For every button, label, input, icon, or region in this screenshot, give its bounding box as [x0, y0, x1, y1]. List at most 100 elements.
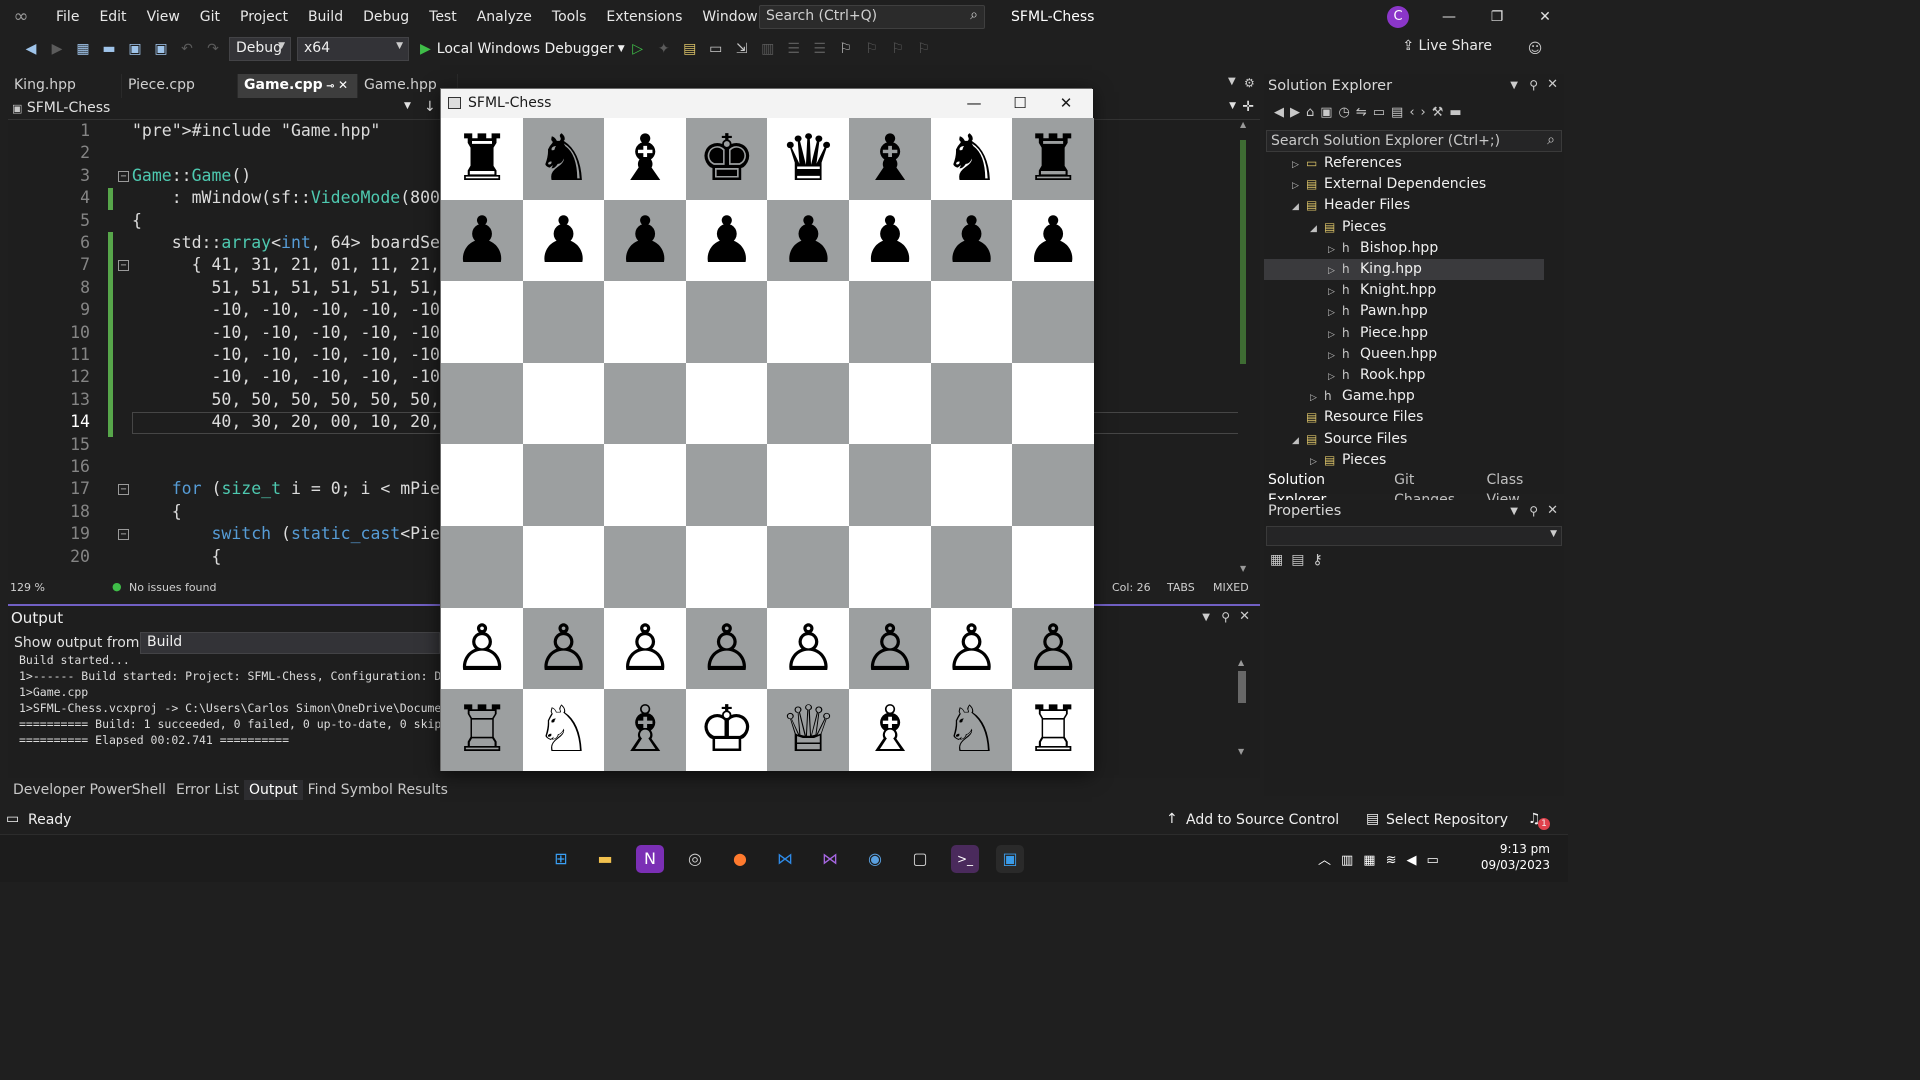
zoom-level[interactable]: 129 % — [10, 581, 45, 594]
steam-icon[interactable]: ◉ — [861, 845, 889, 873]
twitch-icon[interactable]: ▢ — [906, 845, 934, 873]
terminal-icon[interactable]: >_ — [951, 845, 979, 873]
undo-icon[interactable]: ↶ — [176, 38, 198, 60]
platform-select[interactable]: x64 ▼ — [297, 37, 409, 61]
board-square[interactable]: ♚ — [685, 118, 768, 200]
menu-window[interactable]: Window — [692, 0, 767, 34]
white-pawn-piece[interactable]: ♙ — [780, 612, 837, 686]
save-all-icon[interactable]: ▣ — [150, 38, 172, 60]
board-square[interactable] — [930, 526, 1013, 608]
properties-object-select[interactable]: ▼ — [1266, 526, 1562, 546]
white-bishop-piece[interactable]: ♗ — [617, 693, 674, 767]
properties-toolbar[interactable]: ▦▤⚷ — [1270, 552, 1331, 568]
run-debugger-button[interactable]: ▶ Local Windows Debugger ▼ — [420, 41, 625, 57]
board-square[interactable]: ♟ — [767, 199, 850, 282]
chess-window-title-bar[interactable]: SFML-Chess — ☐ ✕ — [441, 89, 1093, 118]
fold-toggle-icon[interactable]: − — [118, 170, 129, 182]
vscode-icon[interactable]: ⋈ — [771, 845, 799, 873]
tree-item[interactable]: ▷ h Rook.hpp — [1328, 365, 1425, 386]
black-rook-piece[interactable]: ♜ — [453, 122, 510, 196]
board-square[interactable] — [1012, 362, 1095, 445]
hot-reload-icon[interactable]: ✦ — [653, 38, 675, 60]
board-square[interactable]: ♜ — [441, 118, 523, 200]
output-source-select[interactable]: Build — [140, 632, 440, 654]
breakpoint-icon[interactable]: ▥ — [757, 38, 779, 60]
chevron-down-icon[interactable]: ▼ — [618, 44, 625, 54]
menu-test[interactable]: Test — [419, 0, 467, 34]
tree-scrollbar[interactable] — [1550, 154, 1558, 464]
tree-item[interactable]: ◢ ▤ Header Files — [1292, 195, 1410, 216]
select-repository[interactable]: Select Repository — [1386, 812, 1508, 828]
tree-item[interactable]: ▷ h Piece.hpp — [1328, 323, 1428, 344]
tree-item[interactable]: ◢ ▤ Source Files — [1292, 429, 1407, 450]
chess-minimize-button[interactable]: — — [951, 89, 997, 118]
black-knight-piece[interactable]: ♞ — [943, 122, 1000, 196]
black-king-piece[interactable]: ♚ — [698, 122, 755, 196]
close-icon[interactable]: ✕ — [1547, 77, 1558, 92]
sfml-chess-window[interactable]: SFML-Chess — ☐ ✕ ♜ ♞ ♝ ♚ ♛ ♝ ♞ ♜ ♟ ♟ ♟ ♟ ♟ ♟ ♟ ♟ ♙ ♙ ♙ ♙ ♙ ♙ ♙… — [440, 88, 1095, 772]
board-square[interactable] — [930, 281, 1013, 364]
pin-icon[interactable]: ⊸ — [323, 81, 338, 92]
menu-extensions[interactable]: Extensions — [596, 0, 692, 34]
chevron-down-icon[interactable]: ▼ — [1510, 80, 1518, 91]
bookmark-icon[interactable]: ⚐ — [835, 38, 857, 60]
fold-toggle-icon[interactable]: − — [118, 260, 129, 272]
black-pawn-piece[interactable]: ♟ — [698, 204, 755, 278]
black-pawn-piece[interactable]: ♟ — [453, 204, 510, 278]
black-pawn-piece[interactable]: ♟ — [617, 204, 674, 278]
chess-maximize-button[interactable]: ☐ — [997, 89, 1043, 118]
board-square[interactable]: ♟ — [685, 199, 768, 282]
board-square[interactable] — [849, 281, 931, 364]
board-square[interactable]: ♗ — [849, 689, 931, 772]
expand-arrow-icon[interactable]: ▷ — [1328, 367, 1342, 388]
board-square[interactable]: ♙ — [930, 607, 1013, 690]
board-square[interactable]: ♛ — [767, 118, 850, 200]
board-square[interactable] — [685, 281, 768, 364]
expand-arrow-icon[interactable]: ▷ — [1292, 176, 1306, 197]
white-pawn-piece[interactable]: ♙ — [453, 612, 510, 686]
white-pawn-piece[interactable]: ♙ — [1025, 612, 1082, 686]
board-square[interactable]: ♖ — [441, 689, 523, 772]
expand-arrow-icon[interactable]: ▷ — [1310, 388, 1324, 409]
close-icon[interactable]: ✕ — [338, 78, 348, 92]
editor-scrollbar[interactable]: ▲ ▼ — [1238, 120, 1252, 580]
black-pawn-piece[interactable]: ♟ — [861, 204, 918, 278]
menu-build[interactable]: Build — [298, 0, 353, 34]
white-rook-piece[interactable]: ♖ — [1025, 693, 1082, 767]
close-icon[interactable]: ✕ — [1239, 609, 1250, 624]
prev-bookmark-icon[interactable]: ⚐ — [861, 38, 883, 60]
black-pawn-piece[interactable]: ♟ — [943, 204, 1000, 278]
board-square[interactable] — [767, 281, 850, 364]
obs-icon[interactable]: ◎ — [681, 845, 709, 873]
menu-debug[interactable]: Debug — [353, 0, 419, 34]
live-share-button[interactable]: ⇪ Live Share — [1402, 38, 1492, 54]
tabs-indicator[interactable]: TABS — [1167, 581, 1195, 594]
solution-toolbar[interactable]: ◀▶⌂▣◷⇋▭▤‹›⚒▬ — [1274, 105, 1468, 120]
solution-panel-tab[interactable]: Class View — [1483, 470, 1564, 508]
tree-item[interactable]: ▤ Resource Files — [1292, 407, 1423, 428]
close-button[interactable]: ✕ — [1522, 0, 1568, 34]
tree-item[interactable]: ▷ h Queen.hpp — [1328, 344, 1437, 365]
board-square[interactable] — [522, 444, 605, 527]
bottom-tab[interactable]: Find Symbol Results — [303, 780, 453, 800]
white-pawn-piece[interactable]: ♙ — [943, 612, 1000, 686]
bottom-tab[interactable]: Developer PowerShell — [8, 780, 171, 800]
board-square[interactable]: ♟ — [849, 199, 931, 282]
board-square[interactable]: ♙ — [685, 607, 768, 690]
tree-item[interactable]: ▷ h Game.hpp — [1310, 386, 1415, 407]
board-square[interactable] — [522, 362, 605, 445]
bottom-tab[interactable]: Error List — [171, 780, 244, 800]
scroll-up-icon[interactable]: ▲ — [1238, 658, 1250, 667]
tree-item[interactable]: ▷ ▤ Pieces — [1310, 450, 1386, 471]
expand-arrow-icon[interactable]: ▷ — [1292, 155, 1306, 176]
board-square[interactable] — [849, 362, 931, 445]
tree-item[interactable]: ▷ ▭ References — [1292, 153, 1402, 174]
white-pawn-piece[interactable]: ♙ — [861, 612, 918, 686]
bottom-tab[interactable]: Output — [244, 780, 303, 800]
clear-bookmark-icon[interactable]: ⚐ — [913, 38, 935, 60]
board-square[interactable] — [849, 526, 931, 608]
comment-icon[interactable]: ☰ — [783, 38, 805, 60]
pin-icon[interactable]: ⚲ — [1529, 78, 1538, 92]
split-icon[interactable]: ✛ — [1242, 99, 1254, 115]
board-square[interactable]: ♙ — [849, 607, 931, 690]
